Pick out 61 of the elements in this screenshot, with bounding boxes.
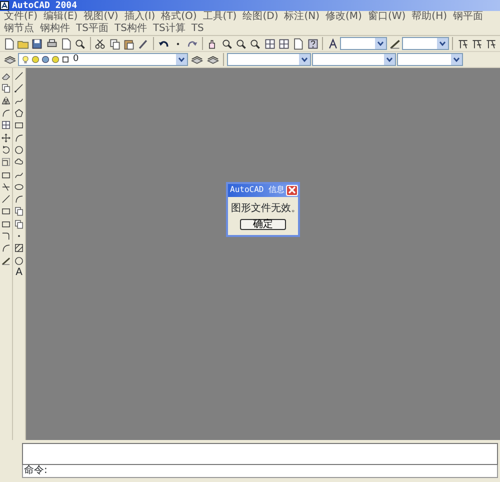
menu-item[interactable]: 工具(T) — [200, 11, 239, 23]
region-icon[interactable] — [13, 254, 25, 267]
document-icon[interactable] — [59, 36, 73, 51]
menu-item[interactable]: 格式(O) — [159, 11, 199, 23]
fillet-icon[interactable] — [0, 242, 12, 254]
menu-item[interactable]: TS构件 — [112, 23, 149, 35]
dialog-title: AutoCAD 信息 — [230, 184, 285, 196]
caret-icon — [178, 57, 185, 62]
menu-item[interactable]: 钢平面 — [451, 11, 485, 23]
layer-dropdown[interactable]: 0 — [18, 53, 188, 66]
square-icon[interactable] — [61, 55, 70, 64]
menu-item[interactable]: 文件(F) — [2, 11, 40, 23]
menu-item[interactable]: 钢构件 — [38, 23, 72, 35]
caret-icon — [453, 57, 460, 62]
menu-item[interactable]: 标注(N) — [282, 11, 322, 23]
menu-item[interactable]: TS — [189, 23, 206, 35]
menu-item[interactable]: 帮助(H) — [410, 11, 449, 23]
menu-item[interactable]: 钢节点 — [2, 23, 36, 35]
app-icon — [0, 1, 9, 10]
command-prompt[interactable]: 命令: — [22, 465, 498, 478]
circle-icon[interactable] — [51, 55, 60, 64]
sphere-icon[interactable] — [41, 55, 50, 64]
drawing-area[interactable]: AutoCAD 信息 图形文件无效。 确定 — [26, 68, 500, 440]
mirror-icon[interactable] — [0, 94, 12, 107]
make-block-icon[interactable] — [13, 218, 25, 230]
lightbulb-icon[interactable] — [21, 55, 30, 64]
close-button[interactable] — [286, 184, 298, 196]
menu-item[interactable]: 绘图(D) — [240, 11, 280, 23]
menu-item[interactable]: 插入(I) — [122, 11, 158, 23]
menu-item[interactable]: 视图(V) — [82, 11, 120, 23]
ok-button[interactable]: 确定 — [240, 218, 286, 230]
caret-icon — [377, 41, 384, 46]
caret-icon — [301, 57, 308, 62]
array-icon[interactable] — [0, 119, 12, 132]
menu-item[interactable]: TS计算 — [150, 23, 188, 35]
ray-icon[interactable] — [13, 82, 25, 95]
menu-item[interactable]: 修改(M) — [324, 11, 364, 23]
dialog-message: 图形文件无效。 — [230, 202, 298, 216]
caret-icon — [386, 57, 393, 62]
document-icon[interactable] — [292, 36, 305, 51]
layer-name: 0 — [73, 52, 79, 66]
polygon-icon[interactable] — [13, 106, 25, 120]
color-dropdown[interactable] — [227, 53, 311, 66]
circle-icon[interactable] — [13, 144, 25, 156]
new-file-icon[interactable] — [2, 36, 16, 51]
menu-item[interactable]: 窗口(W) — [366, 11, 408, 23]
window-title: AutoCAD 2004 — [12, 0, 78, 10]
hatch-icon[interactable] — [13, 242, 25, 254]
text-tool[interactable]: A — [13, 266, 25, 280]
move-icon[interactable] — [0, 131, 12, 144]
trim-icon[interactable] — [0, 180, 12, 193]
text-style-icon[interactable] — [326, 36, 340, 51]
menu-item[interactable]: 编辑(E) — [42, 11, 80, 23]
line-icon[interactable] — [13, 70, 25, 82]
copy-icon[interactable] — [0, 82, 12, 95]
menu-item[interactable]: TS平面 — [74, 23, 110, 35]
scale-icon[interactable] — [0, 156, 12, 168]
circle-icon[interactable] — [31, 55, 40, 64]
rotate-icon[interactable] — [0, 144, 12, 156]
caret-icon — [439, 41, 446, 46]
insert-block-icon[interactable] — [13, 205, 25, 218]
